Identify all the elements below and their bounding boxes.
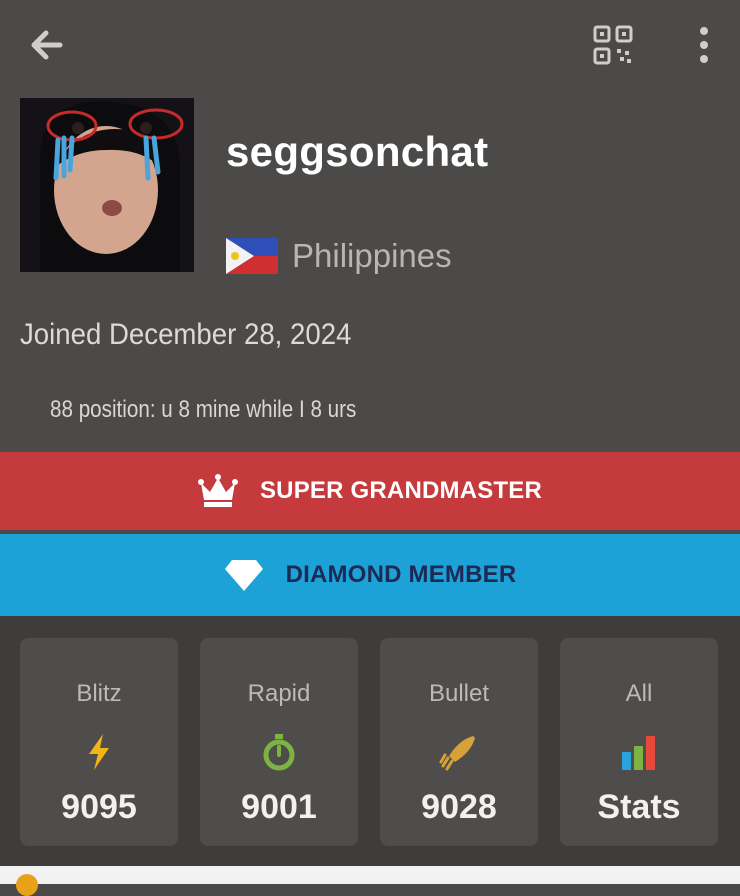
- diamond-icon: [224, 560, 263, 591]
- badge-label: DIAMOND MEMBER: [285, 561, 517, 588]
- country-row: Philippines: [226, 236, 452, 276]
- rating-label: All: [625, 680, 653, 707]
- rating-value: Stats: [597, 788, 681, 826]
- rating-label: Bullet: [428, 680, 490, 707]
- joined-date: Joined December 28, 2024: [20, 318, 352, 351]
- rating-value: 9028: [421, 788, 497, 826]
- bottom-strip: [0, 866, 740, 884]
- arrow-left-icon[interactable]: [24, 22, 70, 68]
- qr-code-icon[interactable]: [590, 22, 636, 68]
- rating-label: Blitz: [76, 680, 122, 707]
- diamond-member-banner: DIAMOND MEMBER: [0, 534, 740, 616]
- avatar-image: [20, 98, 194, 272]
- profile-bio: 88 position: u 8 mine while I 8 urs: [50, 396, 357, 423]
- status-dot-icon: [16, 874, 38, 896]
- all-stats-card[interactable]: All Stats: [560, 638, 718, 846]
- bar-chart-icon: [622, 736, 655, 770]
- ratings-panel: Blitz 9095 Rapid 9001 Bullet 9028 All St…: [0, 616, 740, 884]
- blitz-rating-card[interactable]: Blitz 9095: [20, 638, 178, 846]
- rating-label: Rapid: [247, 680, 311, 707]
- avatar[interactable]: [20, 98, 194, 272]
- rating-value: 9095: [61, 788, 137, 826]
- stopwatch-icon: [263, 734, 295, 771]
- rating-value: 9001: [241, 788, 317, 826]
- super-grandmaster-banner: SUPER GRANDMASTER: [0, 452, 740, 530]
- crown-icon: [197, 474, 238, 507]
- rapid-rating-card[interactable]: Rapid 9001: [200, 638, 358, 846]
- bullet-icon: [439, 736, 475, 771]
- badge-label: SUPER GRANDMASTER: [259, 477, 543, 504]
- philippines-flag-icon: [226, 238, 278, 274]
- country-name: Philippines: [292, 237, 452, 274]
- bullet-rating-card[interactable]: Bullet 9028: [380, 638, 538, 846]
- lightning-icon: [89, 734, 109, 770]
- top-bar: [0, 0, 740, 90]
- more-vertical-icon[interactable]: [690, 24, 718, 66]
- username: seggsonchat: [226, 128, 489, 175]
